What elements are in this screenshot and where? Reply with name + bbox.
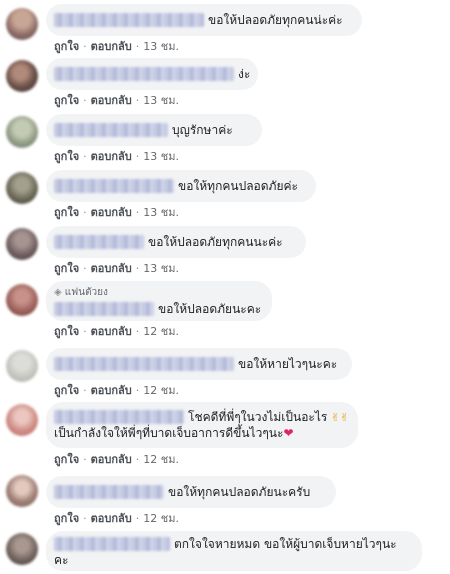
comment-bubble: ง่ะ bbox=[46, 58, 258, 90]
comment-actions: ถูกใจ · ตอบกลับ · 13 ชม. bbox=[54, 91, 179, 109]
reply-link[interactable]: ตอบกลับ bbox=[91, 147, 132, 165]
timestamp[interactable]: 13 ชม. bbox=[143, 203, 179, 221]
timestamp[interactable]: 13 ชม. bbox=[143, 147, 179, 165]
blurred-name[interactable] bbox=[54, 235, 144, 249]
avatar[interactable] bbox=[6, 228, 38, 260]
avatar[interactable] bbox=[6, 116, 38, 148]
top-fan-badge: ◈ แฟนตัวยง bbox=[54, 287, 108, 298]
comment-text-line-2: เป็นกำลังใจให้พี่ๆที่บาดเจ็บอาการดีขึ้นไ… bbox=[54, 425, 284, 440]
blurred-name[interactable] bbox=[54, 13, 204, 27]
comment-text: ขอให้ปลอดภัยทุกคนนะค่ะ bbox=[148, 234, 283, 249]
comment-text: บุญรักษาค่ะ bbox=[172, 122, 233, 137]
comment-text-line-1: โชคดีที่พี่ๆในวงไม่เป็นอะไร bbox=[188, 409, 328, 424]
comment-bubble: ขอให้ปลอดภัยทุกคนนะค่ะ bbox=[46, 226, 306, 258]
blurred-name[interactable] bbox=[54, 485, 164, 499]
like-link[interactable]: ถูกใจ bbox=[54, 381, 79, 399]
comment-actions: ถูกใจ · ตอบกลับ · 13 ชม. bbox=[54, 203, 179, 221]
comment-text: ขอให้ทุกคนปลอดภัยค่ะ bbox=[178, 178, 298, 193]
blurred-name[interactable] bbox=[54, 410, 184, 424]
blurred-name[interactable] bbox=[54, 123, 168, 137]
blurred-name[interactable] bbox=[54, 537, 170, 551]
comment-actions: ถูกใจ · ตอบกลับ · 12 ชม. bbox=[54, 450, 179, 468]
like-link[interactable]: ถูกใจ bbox=[54, 147, 79, 165]
reply-link[interactable]: ตอบกลับ bbox=[91, 509, 132, 527]
timestamp[interactable]: 12 ชม. bbox=[143, 381, 179, 399]
timestamp[interactable]: 12 ชม. bbox=[143, 322, 179, 340]
reply-link[interactable]: ตอบกลับ bbox=[91, 381, 132, 399]
reply-link[interactable]: ตอบกลับ bbox=[91, 91, 132, 109]
comment-thread: ขอให้ปลอดภัยทุกคนน่ะค่ะ ถูกใจ · ตอบกลับ … bbox=[0, 0, 450, 574]
comment-actions: ถูกใจ · ตอบกลับ · 12 ชม. bbox=[54, 509, 179, 527]
like-link[interactable]: ถูกใจ bbox=[54, 509, 79, 527]
like-link[interactable]: ถูกใจ bbox=[54, 37, 79, 55]
like-link[interactable]: ถูกใจ bbox=[54, 91, 79, 109]
avatar[interactable] bbox=[6, 284, 38, 316]
avatar[interactable] bbox=[6, 172, 38, 204]
timestamp[interactable]: 12 ชม. bbox=[143, 450, 179, 468]
comment-actions: ถูกใจ · ตอบกลับ · 12 ชม. bbox=[54, 381, 179, 399]
comment-text: ขอให้ปลอดภัยทุกคนน่ะค่ะ bbox=[208, 12, 343, 27]
comment-bubble: ขอให้ทุกคนปลอดภัยค่ะ bbox=[46, 170, 316, 202]
comment-text: ขอให้ทุกคนปลอดภัยนะครับ bbox=[168, 484, 311, 499]
comment-bubble: ขอให้ทุกคนปลอดภัยนะครับ bbox=[46, 476, 336, 508]
diamond-icon: ◈ bbox=[54, 287, 62, 298]
avatar[interactable] bbox=[6, 404, 38, 436]
comment-bubble: ขอให้ปลอดภัยทุกคนน่ะค่ะ bbox=[46, 4, 362, 36]
timestamp[interactable]: 13 ชม. bbox=[143, 37, 179, 55]
blurred-name[interactable] bbox=[54, 67, 234, 81]
timestamp[interactable]: 13 ชม. bbox=[143, 91, 179, 109]
comment-text: ขอให้ปลอดภัยนะคะ bbox=[158, 301, 262, 316]
comment-text-line-1: ตกใจใจหายหมด ขอให้ผู้บาดเจ็บหายไวๆนะ bbox=[174, 536, 397, 551]
timestamp[interactable]: 13 ชม. bbox=[143, 259, 179, 277]
reply-link[interactable]: ตอบกลับ bbox=[91, 450, 132, 468]
comment-text-line-2: คะ bbox=[54, 552, 69, 567]
comment-text: ขอให้หายไวๆนะคะ bbox=[238, 356, 338, 371]
avatar[interactable] bbox=[6, 60, 38, 92]
like-link[interactable]: ถูกใจ bbox=[54, 322, 79, 340]
comment-actions: ถูกใจ · ตอบกลับ · 13 ชม. bbox=[54, 147, 179, 165]
comment-bubble: ◈ แฟนตัวยง ขอให้ปลอดภัยนะคะ bbox=[46, 281, 272, 321]
like-link[interactable]: ถูกใจ bbox=[54, 450, 79, 468]
comment-bubble: ขอให้หายไวๆนะคะ bbox=[46, 348, 352, 380]
comment-bubble: บุญรักษาค่ะ bbox=[46, 114, 262, 146]
blurred-name[interactable] bbox=[54, 302, 154, 316]
reply-link[interactable]: ตอบกลับ bbox=[91, 259, 132, 277]
red-heart-icon: ❤ bbox=[283, 425, 294, 440]
like-link[interactable]: ถูกใจ bbox=[54, 259, 79, 277]
reply-link[interactable]: ตอบกลับ bbox=[91, 322, 132, 340]
avatar[interactable] bbox=[6, 8, 38, 40]
like-link[interactable]: ถูกใจ bbox=[54, 203, 79, 221]
avatar[interactable] bbox=[6, 475, 38, 507]
reply-link[interactable]: ตอบกลับ bbox=[91, 203, 132, 221]
avatar[interactable] bbox=[6, 350, 38, 382]
comment-actions: ถูกใจ · ตอบกลับ · 13 ชม. bbox=[54, 259, 179, 277]
peace-hand-icon: ✌✌ bbox=[327, 410, 350, 424]
reply-link[interactable]: ตอบกลับ bbox=[91, 37, 132, 55]
timestamp[interactable]: 12 ชม. bbox=[143, 509, 179, 527]
avatar[interactable] bbox=[6, 533, 38, 565]
blurred-name[interactable] bbox=[54, 357, 234, 371]
comment-actions: ถูกใจ · ตอบกลับ · 12 ชม. bbox=[54, 322, 179, 340]
comment-bubble: โชคดีที่พี่ๆในวงไม่เป็นอะไร ✌✌ เป็นกำลัง… bbox=[46, 402, 358, 448]
comment-text: ง่ะ bbox=[238, 66, 251, 81]
comment-actions: ถูกใจ · ตอบกลับ · 13 ชม. bbox=[54, 37, 179, 55]
blurred-name[interactable] bbox=[54, 179, 174, 193]
comment-bubble: ตกใจใจหายหมด ขอให้ผู้บาดเจ็บหายไวๆนะ คะ bbox=[46, 531, 422, 571]
